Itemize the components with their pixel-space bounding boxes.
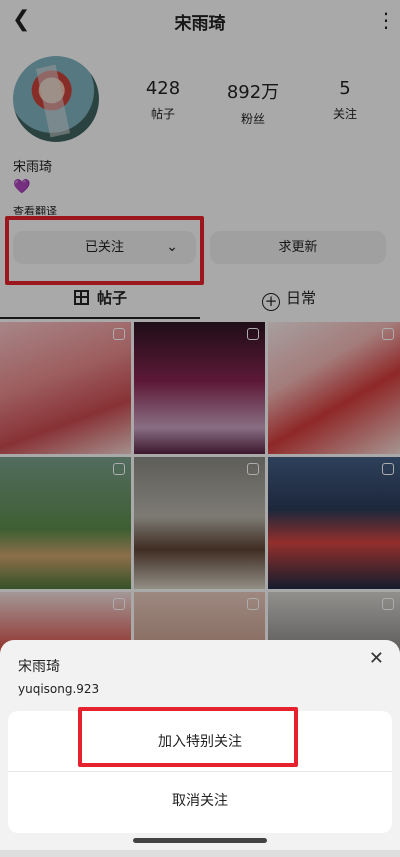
menu-divider <box>8 771 392 772</box>
home-indicator[interactable] <box>133 838 267 843</box>
bottom-strip <box>0 850 400 857</box>
highlight-box-special-follow <box>78 707 298 767</box>
unfollow-button[interactable]: 取消关注 <box>8 773 392 829</box>
profile-page: ❮ 宋雨琦 ⋮ 428 帖子 892万 粉丝 5 关注 宋雨琦 💜 查看翻译 已… <box>0 0 400 857</box>
close-icon[interactable]: ✕ <box>369 648 384 669</box>
sheet-handle: yuqisong.923 <box>18 682 100 696</box>
sheet-profile-name: 宋雨琦 <box>18 659 60 675</box>
